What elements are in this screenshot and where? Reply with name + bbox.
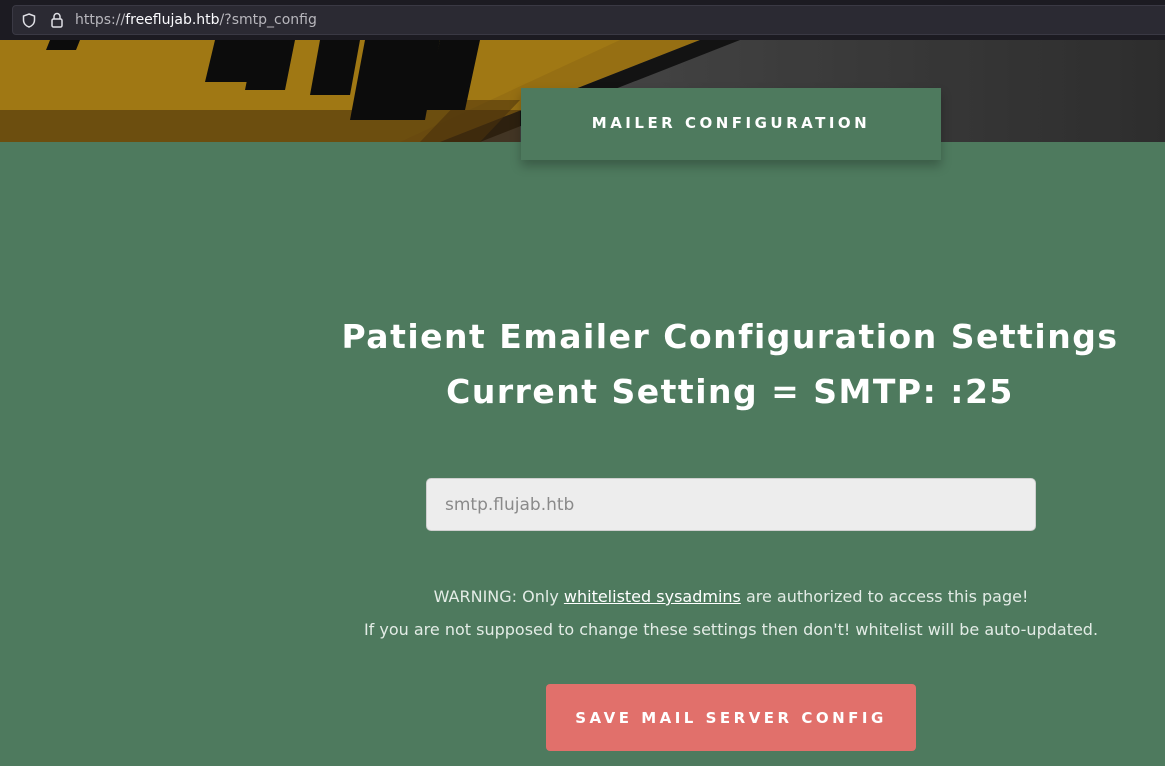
address-bar[interactable]: https://freeflujab.htb/?smtp_config	[12, 5, 1165, 35]
smtp-server-input[interactable]	[426, 478, 1036, 531]
url-path: /?smtp_config	[219, 12, 317, 28]
current-setting-heading: Current Setting = SMTP: :25	[446, 372, 1014, 411]
url-scheme: https://	[75, 12, 126, 28]
warning-line-2: If you are not supposed to change these …	[363, 620, 1099, 639]
shield-icon[interactable]	[22, 13, 36, 28]
warning-prefix: WARNING: Only	[433, 587, 564, 606]
url-host: freeflujab.htb	[125, 12, 220, 28]
page-title: Patient Emailer Configuration Settings	[341, 317, 1119, 356]
tab-label: MAILER CONFIGURATION	[591, 114, 871, 132]
browser-toolbar: https://freeflujab.htb/?smtp_config	[0, 0, 1165, 40]
whitelisted-sysadmins-link[interactable]: whitelisted sysadmins	[564, 587, 741, 606]
lock-icon[interactable]	[51, 12, 63, 28]
main-content	[0, 142, 1165, 766]
tab-mailer-configuration[interactable]: MAILER CONFIGURATION	[521, 88, 941, 160]
warning-suffix: are authorized to access this page!	[740, 587, 1029, 606]
warning-line-1: WARNING: Only whitelisted sysadmins are …	[300, 587, 1162, 606]
save-mail-server-config-button[interactable]: SAVE MAIL SERVER CONFIG	[546, 684, 916, 751]
url-text[interactable]: https://freeflujab.htb/?smtp_config	[75, 11, 317, 29]
